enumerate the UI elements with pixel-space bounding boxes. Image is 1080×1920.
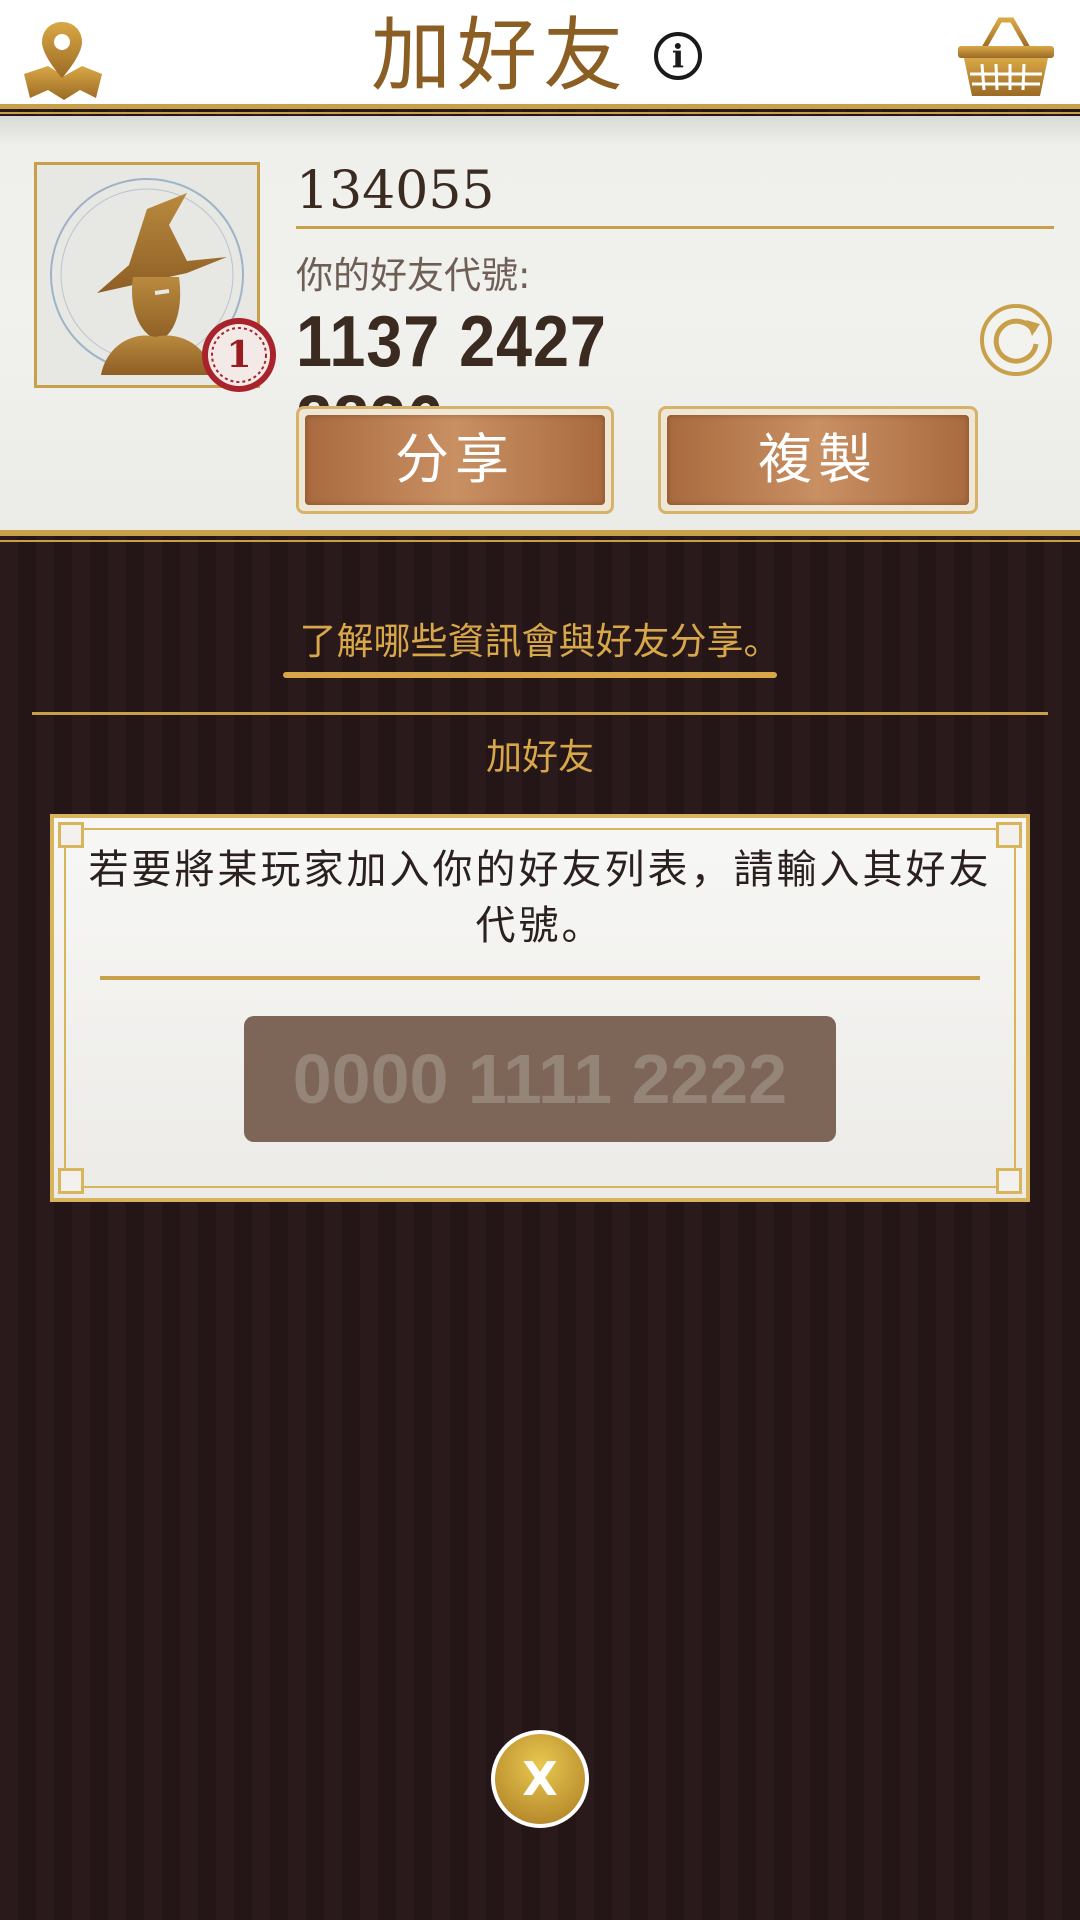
username: 134055 <box>296 161 495 221</box>
info-icon: i <box>671 37 685 75</box>
share-button[interactable]: 分享 <box>296 406 614 514</box>
header-divider-thin <box>0 112 1080 114</box>
info-button[interactable]: i <box>654 32 702 80</box>
top-bar: 加好友 i <box>0 0 1080 108</box>
refresh-button[interactable] <box>978 302 1054 378</box>
shopping-basket-icon <box>958 17 1054 96</box>
map-pin-icon <box>24 22 102 100</box>
header-divider <box>0 104 1080 109</box>
level-number: 1 <box>226 334 252 376</box>
copy-button-label: 複製 <box>667 415 969 505</box>
copy-button[interactable]: 複製 <box>658 406 978 514</box>
profile-divider-thin <box>0 540 1080 542</box>
friend-code-input[interactable] <box>244 1016 836 1142</box>
share-button-label: 分享 <box>305 415 605 505</box>
section-divider <box>32 712 1048 715</box>
friend-code-label: 你的好友代號: <box>296 254 531 297</box>
map-button[interactable] <box>22 18 106 102</box>
card-corner <box>58 1168 84 1194</box>
add-friend-section-title: 加好友 <box>485 737 594 778</box>
shop-button[interactable] <box>956 16 1056 100</box>
page-title: 加好友 <box>371 9 629 102</box>
card-divider <box>100 976 980 980</box>
sharing-info-link[interactable]: 了解哪些資訊會與好友分享。 <box>240 614 840 670</box>
close-button[interactable]: X <box>489 1728 591 1830</box>
sharing-info-link-underline <box>283 672 777 678</box>
username-underline <box>296 226 1054 229</box>
svg-text:X: X <box>522 1752 557 1806</box>
card-corner <box>996 1168 1022 1194</box>
refresh-icon <box>980 304 1052 376</box>
friend-code: 1137 2427 8836 <box>296 302 607 462</box>
profile-divider <box>0 530 1080 536</box>
add-friend-instructions: 若要將某玩家加入你的好友列表，請輸入其好友代號。 <box>88 847 992 949</box>
close-icon: X <box>491 1730 589 1828</box>
